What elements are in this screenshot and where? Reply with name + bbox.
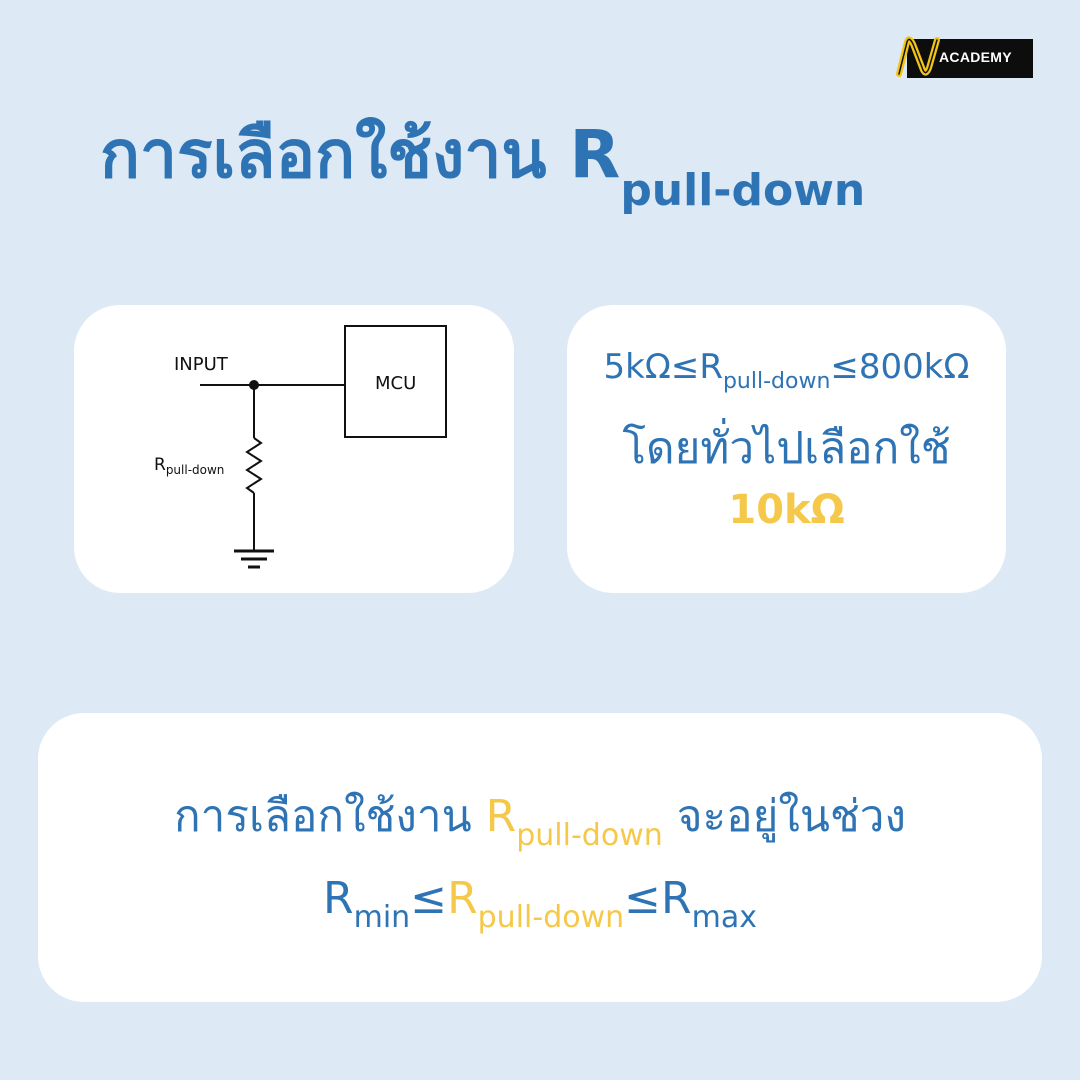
- mcu-label: MCU: [375, 373, 417, 394]
- typical-value: 10kΩ: [728, 487, 845, 533]
- circuit-card: INPUT MCU Rpull-down: [74, 305, 514, 593]
- summary-sentence: การเลือกใช้งาน Rpull-down จะอยู่ในช่วง: [38, 781, 1042, 853]
- page-title: การเลือกใช้งาน Rpull-down: [100, 102, 865, 216]
- range-card: 5kΩ≤Rpull-down≤800kΩ โดยทั่วไปเลือกใช้ 1…: [567, 305, 1006, 593]
- leq-2: ≤: [624, 873, 662, 924]
- pull-down-circuit-diagram: [200, 325, 447, 569]
- rmax-sub: max: [691, 900, 757, 935]
- logo-text: ACADEMY: [939, 49, 1012, 65]
- ground-icon: [234, 549, 274, 569]
- summary-card: การเลือกใช้งาน Rpull-down จะอยู่ในช่วง R…: [38, 713, 1042, 1002]
- summary-inequality: Rmin≤Rpull-down≤Rmax: [38, 873, 1042, 935]
- rpd: R: [447, 873, 478, 924]
- title-subscript: pull-down: [620, 165, 866, 216]
- rmin: R: [323, 873, 354, 924]
- title-main: การเลือกใช้งาน R: [100, 116, 621, 193]
- academy-logo: ACADEMY: [893, 34, 1033, 80]
- input-label: INPUT: [174, 354, 228, 375]
- summary-after: จะอยู่ในช่วง: [662, 791, 906, 842]
- resistor-symbol: [245, 437, 263, 494]
- leq-1: ≤: [410, 873, 448, 924]
- rmin-sub: min: [353, 900, 411, 935]
- resistor-label: Rpull-down: [154, 455, 225, 477]
- range-min: 5kΩ≤R: [603, 347, 723, 387]
- rpd-sub: pull-down: [477, 900, 625, 935]
- range-subscript: pull-down: [722, 369, 831, 394]
- resistor-label-sub: pull-down: [165, 463, 225, 477]
- summary-r: R: [485, 791, 517, 842]
- range-max: ≤800kΩ: [830, 347, 970, 387]
- resistance-range: 5kΩ≤Rpull-down≤800kΩ: [567, 347, 1006, 394]
- rmax: R: [661, 873, 692, 924]
- resistor-label-main: R: [154, 455, 166, 475]
- summary-r-sub: pull-down: [516, 818, 663, 853]
- typical-text: โดยทั่วไปเลือกใช้: [622, 423, 951, 474]
- summary-before: การเลือกใช้งาน: [174, 791, 486, 842]
